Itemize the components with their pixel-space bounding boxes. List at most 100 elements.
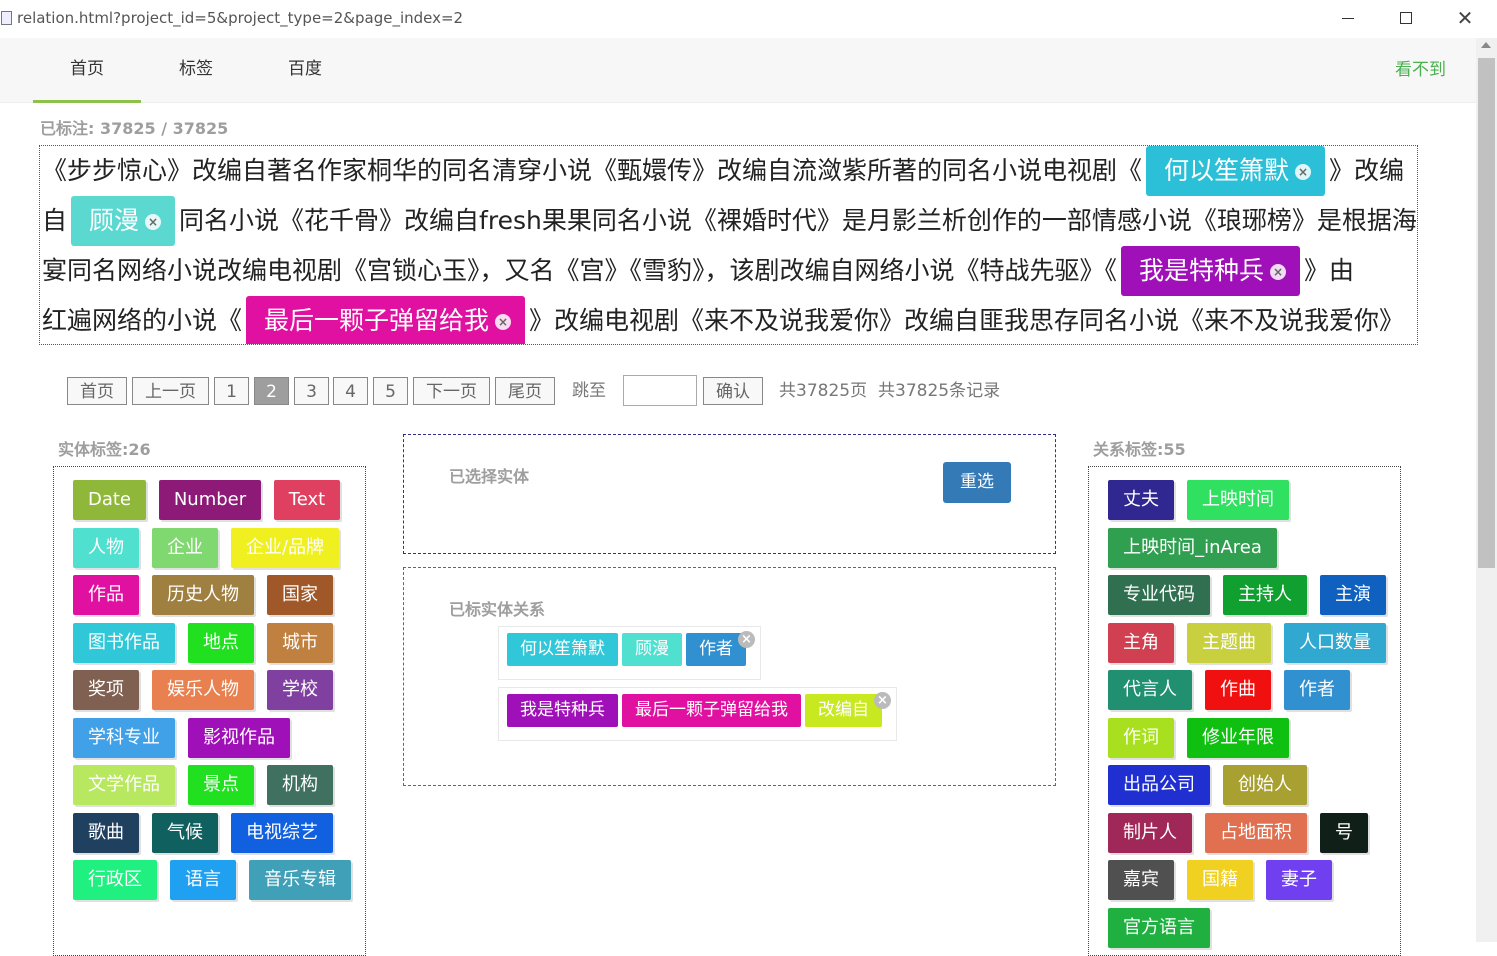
relation-tag[interactable]: 制片人 — [1108, 812, 1192, 853]
entity-highlight[interactable]: 何以笙箫默 × — [1146, 146, 1326, 196]
annotation-counter: 已标注: 37825 / 37825 — [40, 119, 229, 138]
relation-group: 何以笙箫默 顾漫 作者 × — [498, 626, 761, 680]
relation-tag[interactable]: 妻子 — [1266, 860, 1332, 900]
entity-tag[interactable]: 歌曲 — [73, 812, 139, 853]
remove-entity-icon[interactable]: × — [1270, 264, 1287, 280]
page-4-button[interactable]: 4 — [333, 377, 368, 405]
entity-tag[interactable]: 电视综艺 — [231, 812, 333, 853]
relation-panel-title: 关系标签:55 — [1093, 440, 1186, 459]
entity-tag[interactable]: 地点 — [188, 622, 254, 663]
relation-tag[interactable]: 创始人 — [1223, 765, 1307, 805]
delete-relation-icon[interactable]: × — [874, 692, 891, 709]
relation-tag[interactable]: 上映时间_inArea — [1108, 527, 1277, 568]
relation-tag[interactable]: 国籍 — [1187, 860, 1253, 900]
delete-relation-icon[interactable]: × — [738, 631, 755, 648]
remove-entity-icon[interactable]: × — [145, 214, 162, 230]
entity-tag[interactable]: 城市 — [267, 622, 333, 663]
relation-tag[interactable]: 主持人 — [1223, 575, 1307, 615]
text-segment: 自 — [42, 206, 68, 235]
entity-tag-panel: Date Number Text 人物 企业 企业/品牌作品 历史人物 国家图书作品 地点 城市奖… — [53, 466, 366, 956]
text-segment: 《步步惊心》改编自著名作家桐华的同名清穿小说《甄嬛传》改编自流潋紫所著的同名小说… — [42, 156, 1143, 185]
relation-tag[interactable]: 作曲 — [1205, 670, 1271, 710]
entity-tag[interactable]: 历史人物 — [152, 575, 254, 615]
relation-tag[interactable]: 出品公司 — [1108, 765, 1210, 805]
entity-tag[interactable]: 企业/品牌 — [231, 527, 339, 568]
page-first-button[interactable]: 首页 — [67, 377, 127, 405]
page-5-button[interactable]: 5 — [373, 377, 408, 405]
reselect-button[interactable]: 重选 — [943, 462, 1011, 503]
entity-tag[interactable]: 行政区 — [73, 860, 157, 900]
jump-label: 跳至 — [572, 381, 606, 401]
page-last-button[interactable]: 尾页 — [495, 377, 555, 405]
remove-entity-icon[interactable]: × — [495, 314, 512, 330]
total-records: 共37825条记录 — [878, 381, 1001, 401]
window-url: relation.html?project_id=5&project_type=… — [17, 9, 464, 27]
relation-tag[interactable]: 占地面积 — [1205, 812, 1307, 853]
page-1-button[interactable]: 1 — [214, 377, 249, 405]
entity-highlight-label: 我是特种兵 — [1139, 256, 1265, 285]
entity-highlight[interactable]: 顾漫 × — [71, 196, 176, 246]
relation-tag[interactable]: 作者 — [1284, 670, 1350, 710]
page-prev-button[interactable]: 上一页 — [132, 377, 209, 405]
relation-tag[interactable]: 上映时间 — [1187, 480, 1289, 520]
entity-tag[interactable]: 国家 — [267, 575, 333, 615]
entity-tag[interactable]: 人物 — [73, 527, 139, 568]
confirm-button[interactable]: 确认 — [703, 377, 763, 405]
entity-highlight[interactable]: 最后一颗子弹留给我 × — [246, 296, 526, 344]
nav-item-home[interactable]: 首页 — [33, 38, 141, 103]
page-3-button[interactable]: 3 — [294, 377, 329, 405]
entity-tag[interactable]: 学校 — [267, 670, 333, 710]
relation-tag[interactable]: 代言人 — [1108, 670, 1192, 710]
text-line: 宴同名网络小说改编电视剧《宫锁心玉》，又名《宫》《雪豹》，该剧改编自网络小说《特… — [42, 246, 1415, 296]
relation-tag[interactable]: 号 — [1320, 812, 1368, 853]
scrollbar[interactable] — [1476, 38, 1497, 942]
entity-tag[interactable]: 机构 — [267, 765, 333, 805]
nav-item-tags[interactable]: 标签 — [142, 38, 250, 100]
relation-tag[interactable]: 主演 — [1320, 575, 1386, 615]
entity-tag[interactable]: Number — [159, 480, 261, 520]
relation-tag-item: 我是特种兵 — [507, 694, 618, 727]
top-navbar: 首页 标签 百度 看不到 — [0, 38, 1476, 103]
entity-tag[interactable]: 气候 — [152, 812, 218, 853]
jump-page-input[interactable] — [623, 375, 697, 406]
entity-tag[interactable]: 语言 — [170, 860, 236, 900]
nav-item-baidu[interactable]: 百度 — [251, 38, 359, 100]
entity-tag[interactable]: 学科专业 — [73, 717, 175, 758]
relation-tag[interactable]: 主题曲 — [1187, 622, 1271, 663]
relation-tag[interactable]: 专业代码 — [1108, 575, 1210, 615]
entity-highlight-label: 何以笙箫默 — [1164, 156, 1290, 185]
nav-right-link[interactable]: 看不到 — [1395, 38, 1446, 102]
relation-tag[interactable]: 嘉宾 — [1108, 860, 1174, 900]
page-next-button[interactable]: 下一页 — [413, 377, 490, 405]
entity-tag[interactable]: 音乐专辑 — [249, 860, 351, 900]
text-segment: 同名小说《花千骨》改编自fresh果果同名小说《裸婚时代》是月影兰析创作的一部情… — [179, 206, 1417, 235]
entity-tag[interactable]: 作品 — [73, 575, 139, 615]
annotated-text[interactable]: 《步步惊心》改编自著名作家桐华的同名清穿小说《甄嬛传》改编自流潋紫所著的同名小说… — [39, 145, 1418, 345]
relation-tag[interactable]: 丈夫 — [1108, 480, 1174, 520]
scroll-thumb[interactable] — [1478, 58, 1495, 568]
entity-highlight[interactable]: 我是特种兵 × — [1121, 246, 1301, 296]
relation-tag-panel: 丈夫 上映时间上映时间_inArea 专业代码 主持人 主演主角 主题曲 人口数量代言人 作曲… — [1088, 466, 1401, 956]
relation-tag[interactable]: 作词 — [1108, 717, 1174, 758]
text-line: 自顾漫 × 同名小说《花千骨》改编自fresh果果同名小说《裸婚时代》是月影兰析创作… — [42, 196, 1417, 246]
maximize-icon[interactable] — [1396, 8, 1416, 28]
entity-tag[interactable]: 文学作品 — [73, 765, 175, 805]
relation-tag[interactable]: 修业年限 — [1187, 717, 1289, 758]
remove-entity-icon[interactable]: × — [1295, 164, 1312, 180]
entity-highlight-label: 最后一颗子弹留给我 — [264, 306, 490, 335]
relation-tag-item: 何以笙箫默 — [507, 633, 618, 666]
entity-tag[interactable]: Text — [274, 480, 340, 520]
scroll-up-icon[interactable] — [1481, 42, 1491, 48]
entity-tag[interactable]: 影视作品 — [188, 717, 290, 758]
page-2-button[interactable]: 2 — [254, 377, 289, 405]
entity-tag[interactable]: 企业 — [152, 527, 218, 568]
minimize-icon[interactable] — [1338, 8, 1358, 28]
close-icon[interactable]: ✕ — [1455, 8, 1475, 28]
relation-tag[interactable]: 主角 — [1108, 622, 1174, 663]
entity-tag[interactable]: 奖项 — [73, 670, 139, 710]
entity-tag[interactable]: 景点 — [188, 765, 254, 805]
entity-tag[interactable]: 图书作品 — [73, 622, 175, 663]
entity-tag[interactable]: Date — [73, 480, 146, 520]
relation-tag[interactable]: 人口数量 — [1284, 622, 1386, 663]
entity-tag[interactable]: 娱乐人物 — [152, 670, 254, 710]
